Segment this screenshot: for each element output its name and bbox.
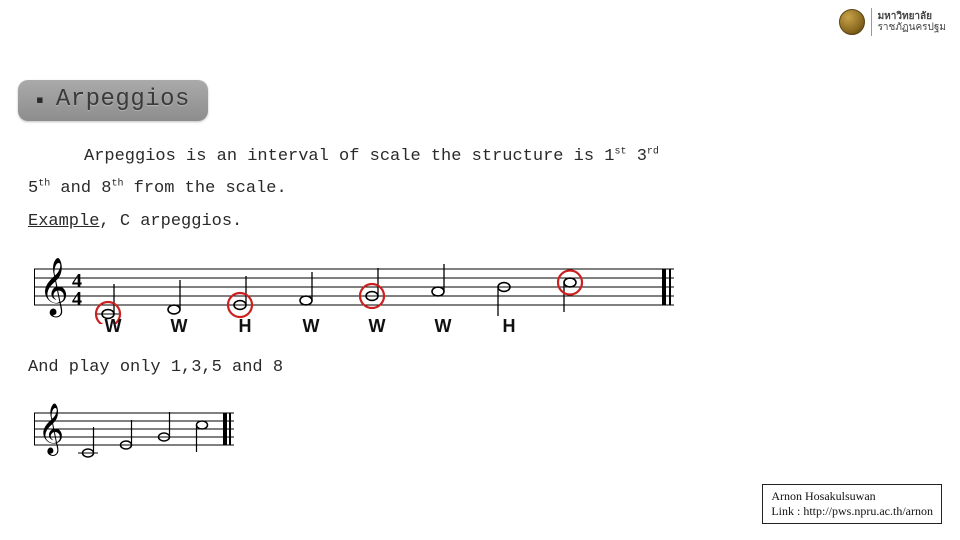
music-staff-arpeggio: 𝄞	[34, 400, 334, 466]
svg-text:𝄞: 𝄞	[38, 404, 64, 456]
interval-1: W	[80, 316, 146, 337]
interval-labels: W W H W W W H	[80, 316, 542, 337]
credit-name: Arnon Hosakulsuwan	[771, 489, 933, 504]
credit-box: Arnon Hosakulsuwan Link : http://pws.npr…	[762, 484, 942, 524]
section-title: Arpeggios	[56, 86, 190, 113]
body-text: Arpeggios is an interval of scale the st…	[28, 144, 920, 241]
credit-link: Link : http://pws.npru.ac.th/arnon	[771, 504, 933, 519]
interval-2: W	[146, 316, 212, 337]
logo-text: มหาวิทยาลัย ราชภัฏนครปฐม	[878, 11, 946, 34]
interval-4: W	[278, 316, 344, 337]
interval-6: W	[410, 316, 476, 337]
svg-text:4: 4	[72, 288, 82, 310]
interval-5: W	[344, 316, 410, 337]
interval-7: H	[476, 316, 542, 337]
logo-crest-icon	[839, 9, 865, 35]
bullet-icon: ▪	[36, 87, 44, 113]
logo-line2: ราชภัฏนครปฐม	[878, 22, 946, 34]
interval-3: H	[212, 316, 278, 337]
definition-line: Arpeggios is an interval of scale the st…	[28, 144, 920, 170]
university-logo: มหาวิทยาลัย ราชภัฏนครปฐม	[839, 8, 946, 36]
definition-line2: 5th and 8th from the scale.	[28, 176, 920, 202]
section-title-pill: ▪ Arpeggios	[18, 80, 208, 121]
logo-line1: มหาวิทยาลัย	[878, 11, 946, 23]
play-instruction: And play only 1,3,5 and 8	[28, 358, 283, 377]
svg-text:𝄞: 𝄞	[39, 258, 69, 318]
example-line: Example, C arpeggios.	[28, 209, 920, 235]
logo-divider	[871, 8, 872, 36]
music-staff-scale: 𝄞 4 4	[34, 254, 674, 324]
